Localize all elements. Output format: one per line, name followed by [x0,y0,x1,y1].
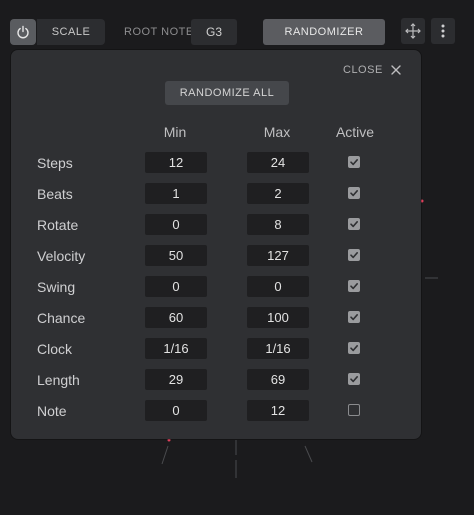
param-label: Clock [37,341,73,357]
min-value-field[interactable]: 0 [145,276,207,297]
app-window: SCALE ROOT NOTE G3 RANDOMIZER CLOSE RAND… [0,0,474,515]
max-value-field[interactable]: 1/16 [247,338,309,359]
active-checkbox[interactable] [348,280,360,292]
checkmark-icon [350,375,358,383]
parameter-list: Steps 12 24 Beats 1 2 Rotate 0 8 Velocit… [11,150,421,429]
param-label: Swing [37,279,76,295]
min-value-field[interactable]: 1 [145,183,207,204]
active-column-header: Active [335,124,375,140]
param-label: Length [37,372,80,388]
max-value-field[interactable]: 24 [247,152,309,173]
checkmark-icon [350,344,358,352]
active-checkbox[interactable] [348,218,360,230]
checkmark-icon [350,251,358,259]
param-label: Note [37,403,67,419]
checkmark-icon [350,220,358,228]
param-row-length: Length 29 69 [11,367,421,398]
param-row-clock: Clock 1/16 1/16 [11,336,421,367]
randomizer-button[interactable]: RANDOMIZER [263,19,385,45]
min-value-field[interactable]: 50 [145,245,207,266]
max-value-field[interactable]: 12 [247,400,309,421]
max-value-field[interactable]: 127 [247,245,309,266]
checkmark-icon [350,189,358,197]
param-row-steps: Steps 12 24 [11,150,421,181]
active-checkbox[interactable] [348,373,360,385]
power-icon [17,25,29,39]
top-toolbar: SCALE ROOT NOTE G3 RANDOMIZER [10,18,464,45]
min-column-header: Min [163,124,187,140]
param-row-rotate: Rotate 0 8 [11,212,421,243]
move-arrows-icon [405,23,421,39]
min-value-field[interactable]: 1/16 [145,338,207,359]
checkmark-icon [350,313,358,321]
max-value-field[interactable]: 0 [247,276,309,297]
active-checkbox[interactable] [348,156,360,168]
max-value-field[interactable]: 8 [247,214,309,235]
randomize-all-button[interactable]: RANDOMIZE ALL [165,81,289,105]
param-row-chance: Chance 60 100 [11,305,421,336]
param-label: Rotate [37,217,79,233]
min-value-field[interactable]: 0 [145,400,207,421]
active-checkbox[interactable] [348,249,360,261]
active-checkbox[interactable] [348,187,360,199]
min-value-field[interactable]: 29 [145,369,207,390]
param-label: Beats [37,186,73,202]
param-row-swing: Swing 0 0 [11,274,421,305]
active-checkbox[interactable] [348,342,360,354]
param-row-beats: Beats 1 2 [11,181,421,212]
vertical-dots-icon [441,24,445,38]
active-checkbox[interactable] [348,404,360,416]
checkmark-icon [350,158,358,166]
max-value-field[interactable]: 100 [247,307,309,328]
min-value-field[interactable]: 60 [145,307,207,328]
randomizer-panel: CLOSE RANDOMIZE ALL Min Max Active Steps… [11,50,421,439]
close-label[interactable]: CLOSE [343,64,383,76]
power-button[interactable] [10,19,36,45]
min-value-field[interactable]: 0 [145,214,207,235]
move-button[interactable] [401,18,425,44]
param-row-velocity: Velocity 50 127 [11,243,421,274]
param-row-note: Note 0 12 [11,398,421,429]
checkmark-icon [350,282,358,290]
max-value-field[interactable]: 2 [247,183,309,204]
param-label: Steps [37,155,73,171]
root-note-label: ROOT NOTE [124,26,194,38]
param-label: Chance [37,310,86,326]
min-value-field[interactable]: 12 [145,152,207,173]
max-column-header: Max [263,124,291,140]
scale-button[interactable]: SCALE [37,19,105,45]
more-options-button[interactable] [431,18,455,44]
root-note-select[interactable]: G3 [191,19,237,45]
max-value-field[interactable]: 69 [247,369,309,390]
param-label: Velocity [37,248,86,264]
active-checkbox[interactable] [348,311,360,323]
close-icon[interactable] [389,63,402,76]
